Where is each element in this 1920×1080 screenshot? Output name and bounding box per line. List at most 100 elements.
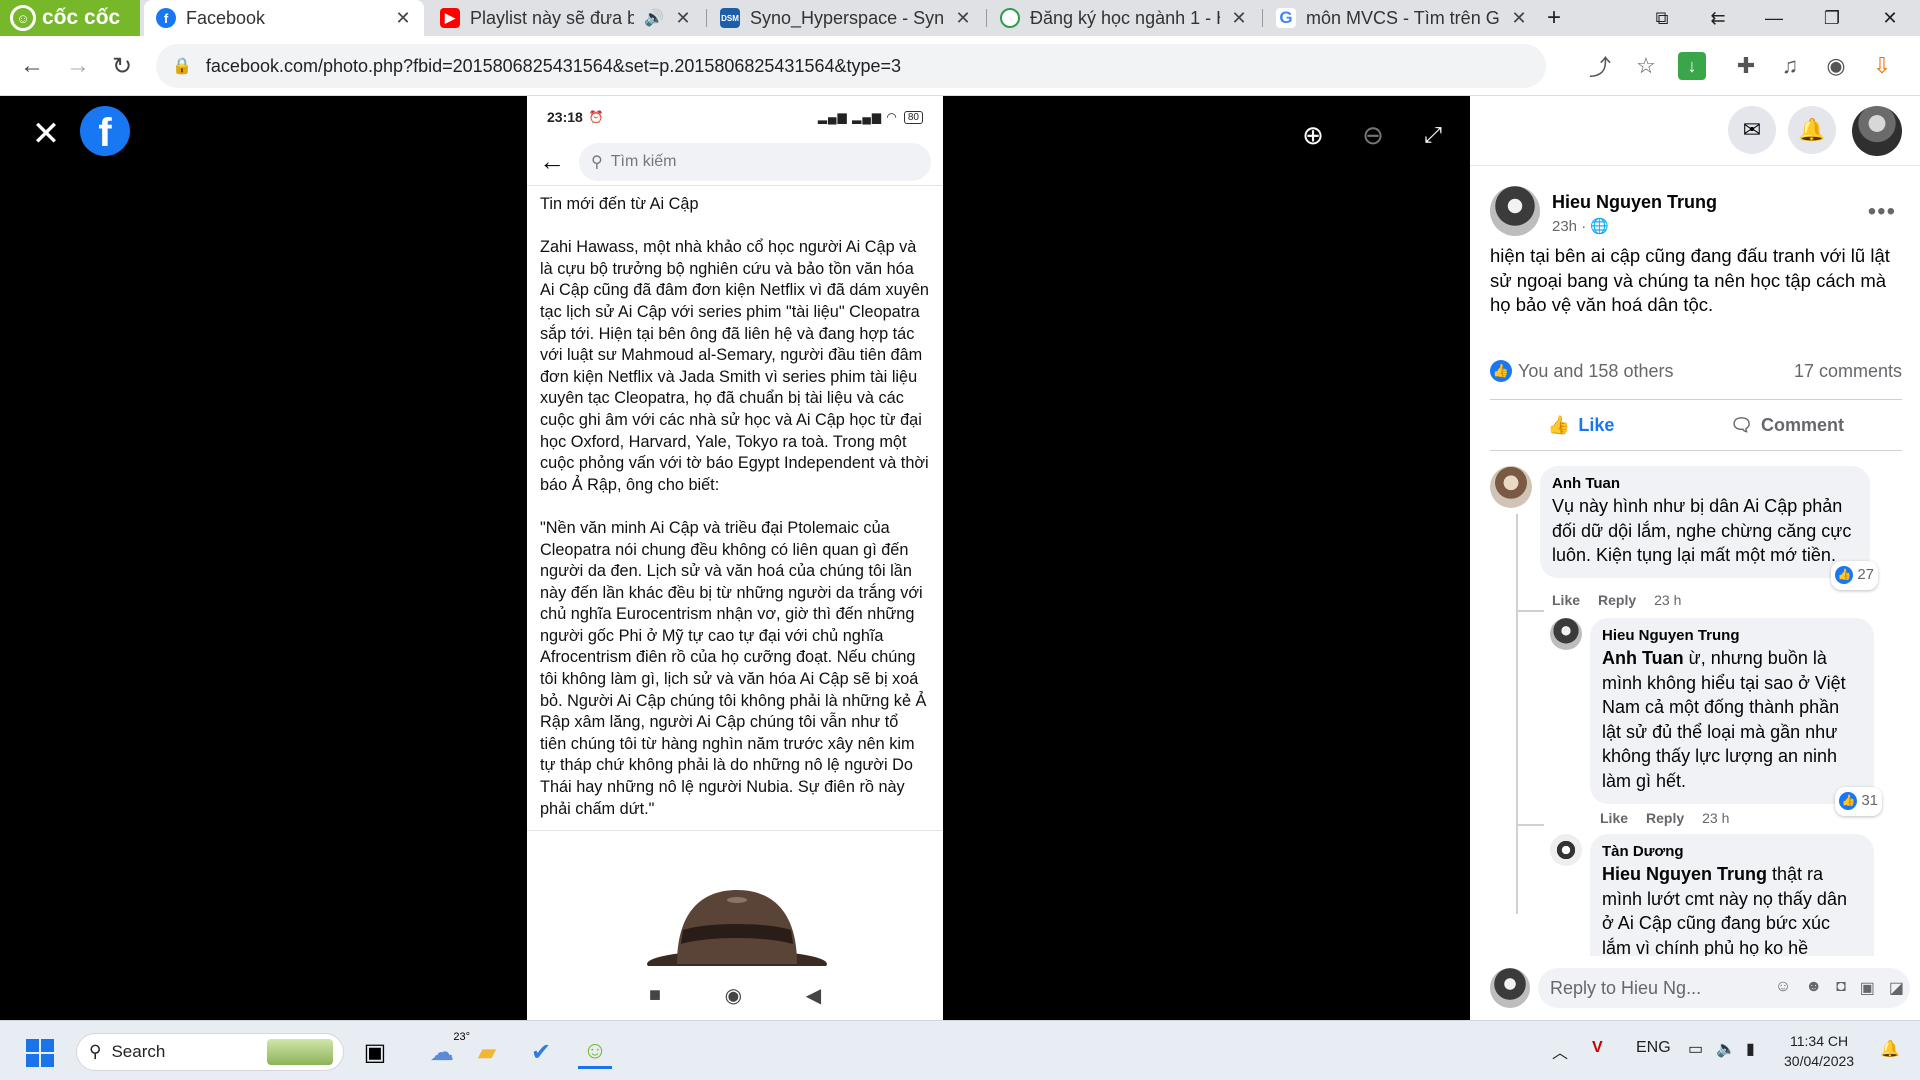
comment-text: Hieu Nguyen Trung thật ra mình lướt cmt … bbox=[1602, 862, 1862, 956]
download-extension-icon[interactable]: ↓ bbox=[1678, 52, 1706, 80]
close-tab-icon[interactable]: ✕ bbox=[1230, 8, 1248, 29]
comment-reply-link[interactable]: Reply bbox=[1646, 810, 1684, 826]
windows-start-icon[interactable] bbox=[26, 1039, 54, 1067]
downloads-icon[interactable]: ⇩ bbox=[1868, 52, 1896, 80]
comment-reactions[interactable]: 👍 27 bbox=[1831, 561, 1878, 590]
like-button[interactable]: 👍 Like bbox=[1548, 415, 1614, 436]
commenter-avatar[interactable] bbox=[1550, 618, 1582, 650]
comment-icon: 🗨 bbox=[1730, 414, 1754, 435]
close-tab-icon[interactable]: ✕ bbox=[954, 8, 972, 29]
thread-line bbox=[1516, 824, 1544, 826]
comment-text: Vụ này hình như bị dân Ai Cập phản đối d… bbox=[1552, 496, 1852, 566]
coccoc-taskbar-icon[interactable]: ☺ bbox=[578, 1035, 612, 1069]
tab-search-icon[interactable]: ⧉ bbox=[1634, 0, 1690, 36]
comment-count[interactable]: 17 comments bbox=[1794, 361, 1902, 382]
close-viewer-icon[interactable]: ✕ bbox=[28, 115, 64, 153]
share-icon[interactable]: ⤴ bbox=[1586, 52, 1614, 80]
mention-tag[interactable]: Hieu Nguyen Trung bbox=[1602, 864, 1767, 884]
coccoc-logo[interactable]: ☺ cốc cốc bbox=[0, 0, 140, 36]
minimize-button[interactable]: — bbox=[1746, 0, 1802, 36]
task-view-icon[interactable]: ▣ bbox=[358, 1035, 392, 1069]
phone-search-placeholder: Tìm kiếm bbox=[610, 152, 677, 170]
photo-viewer: ✕ f ⊕ ⊖ ⤢ 23:18 ⏰ ▂▄▆ ▂▄▆ ◠ 80 ← ⚲ Tìm k… bbox=[0, 96, 1470, 1020]
post-author[interactable]: Hieu Nguyen Trung bbox=[1552, 192, 1717, 213]
reaction-count[interactable]: You and 158 others bbox=[1518, 361, 1673, 382]
file-explorer-icon[interactable]: ▰ bbox=[470, 1035, 504, 1069]
tab-facebook[interactable]: f Facebook ✕ bbox=[144, 0, 424, 36]
back-button[interactable]: ← bbox=[16, 50, 48, 82]
school-icon bbox=[1000, 8, 1020, 28]
comment-text: Anh Tuan ừ, nhưng buồn là mình không hiể… bbox=[1602, 646, 1862, 794]
reload-button[interactable]: ↻ bbox=[106, 50, 138, 82]
composer-tools: ☺ ☻ ◘ ▣ ◪ bbox=[1775, 978, 1904, 998]
search-highlight-image bbox=[267, 1039, 333, 1065]
notification-center-icon[interactable]: 🔔 bbox=[1880, 1039, 1900, 1059]
comment-reply-link[interactable]: Reply bbox=[1598, 592, 1636, 608]
comment-time[interactable]: 23 h bbox=[1702, 810, 1729, 826]
antivirus-icon[interactable]: V bbox=[1592, 1039, 1603, 1057]
post-header: Hieu Nguyen Trung 23h · 🌐 bbox=[1490, 186, 1717, 236]
fullscreen-icon[interactable]: ⤢ bbox=[1416, 118, 1450, 152]
speaker-icon[interactable]: 🔊 bbox=[644, 8, 664, 28]
tab-google[interactable]: G môn MVCS - Tìm trên Goo ✕ bbox=[1264, 0, 1540, 36]
post-time[interactable]: 23h · bbox=[1552, 218, 1586, 235]
thread-line bbox=[1516, 610, 1544, 612]
messenger-icon[interactable]: ✉ bbox=[1728, 106, 1776, 154]
tab-school[interactable]: Đăng ký học ngành 1 - Họ ✕ bbox=[988, 0, 1260, 36]
comment-button[interactable]: 🗨 Comment bbox=[1730, 415, 1844, 436]
facebook-icon: f bbox=[156, 8, 176, 28]
zoom-out-icon[interactable]: ⊖ bbox=[1356, 118, 1390, 152]
battery-status-icon[interactable]: ▮ bbox=[1746, 1039, 1755, 1059]
todo-app-icon[interactable]: ✔ bbox=[524, 1035, 558, 1069]
comment-reactions[interactable]: 👍 31 bbox=[1835, 786, 1882, 816]
extensions-puzzle-icon[interactable]: ✚ bbox=[1732, 52, 1760, 80]
commenter-name[interactable]: Tàn Dương bbox=[1602, 842, 1862, 862]
camera-icon[interactable]: ◘ bbox=[1836, 978, 1846, 998]
maximize-button[interactable]: ❐ bbox=[1804, 0, 1860, 36]
volume-icon[interactable]: 🔈 bbox=[1716, 1039, 1736, 1059]
close-window-button[interactable]: ✕ bbox=[1862, 0, 1918, 36]
network-icon[interactable]: ▭ bbox=[1688, 1039, 1703, 1059]
close-tab-icon[interactable]: ✕ bbox=[394, 8, 412, 29]
commenter-avatar[interactable] bbox=[1550, 834, 1582, 866]
emoji-icon[interactable]: ☻ bbox=[1805, 978, 1822, 998]
system-clock[interactable]: 11:34 CH 30/04/2023 bbox=[1784, 1031, 1854, 1071]
bookmark-star-icon[interactable]: ☆ bbox=[1632, 52, 1660, 80]
tab-synology[interactable]: DSM Syno_Hyperspace - Synolo ✕ bbox=[708, 0, 984, 36]
show-hidden-icons-chevron-icon[interactable]: ︿ bbox=[1552, 1039, 1568, 1063]
my-avatar[interactable] bbox=[1490, 968, 1530, 1008]
like-reaction-icon: 👍 bbox=[1835, 566, 1854, 585]
more-options-icon[interactable]: ••• bbox=[1868, 198, 1896, 226]
account-avatar[interactable] bbox=[1852, 106, 1902, 156]
avatar-sticker-icon[interactable]: ☺ bbox=[1775, 978, 1791, 998]
comment-like-link[interactable]: Like bbox=[1600, 810, 1628, 826]
sticker-icon[interactable]: ◪ bbox=[1889, 978, 1904, 998]
close-tab-icon[interactable]: ✕ bbox=[674, 8, 692, 29]
coccoc-brand-label: cốc cốc bbox=[42, 6, 121, 29]
gif-icon[interactable]: ▣ bbox=[1860, 978, 1875, 998]
language-indicator[interactable]: ENG bbox=[1636, 1039, 1671, 1057]
commenter-avatar[interactable] bbox=[1490, 466, 1532, 508]
media-control-icon[interactable]: ♫ bbox=[1776, 52, 1804, 80]
notifications-bell-icon[interactable]: 🔔 bbox=[1788, 106, 1836, 154]
tab-title: Đăng ký học ngành 1 - Họ bbox=[1030, 7, 1220, 28]
taskbar-search[interactable]: ⚲ Search bbox=[76, 1033, 344, 1071]
author-avatar[interactable] bbox=[1490, 186, 1540, 236]
search-icon: ⚲ bbox=[89, 1042, 102, 1061]
phone-divider bbox=[527, 830, 943, 831]
zoom-in-icon[interactable]: ⊕ bbox=[1296, 118, 1330, 152]
comment-time[interactable]: 23 h bbox=[1654, 592, 1681, 608]
new-tab-button[interactable]: + bbox=[1526, 0, 1582, 36]
back-history-icon[interactable]: ⇇ bbox=[1690, 0, 1746, 36]
forward-button[interactable]: → bbox=[62, 50, 94, 82]
weather-widget[interactable]: ☁ 23° bbox=[414, 1031, 470, 1069]
profile-icon[interactable]: ◉ bbox=[1822, 52, 1850, 80]
comment-like-link[interactable]: Like bbox=[1552, 592, 1580, 608]
facebook-logo-icon[interactable]: f bbox=[80, 106, 130, 156]
like-reaction-icon: 👍 bbox=[1839, 792, 1858, 811]
mention-tag[interactable]: Anh Tuan bbox=[1602, 648, 1684, 668]
commenter-name[interactable]: Hieu Nguyen Trung bbox=[1602, 626, 1862, 646]
tab-youtube[interactable]: ▶ Playlist này sẽ đưa bạn 🔊 ✕ bbox=[428, 0, 704, 36]
address-bar[interactable]: 🔒 facebook.com/photo.php?fbid=2015806825… bbox=[156, 44, 1546, 88]
commenter-name[interactable]: Anh Tuan bbox=[1552, 474, 1858, 494]
